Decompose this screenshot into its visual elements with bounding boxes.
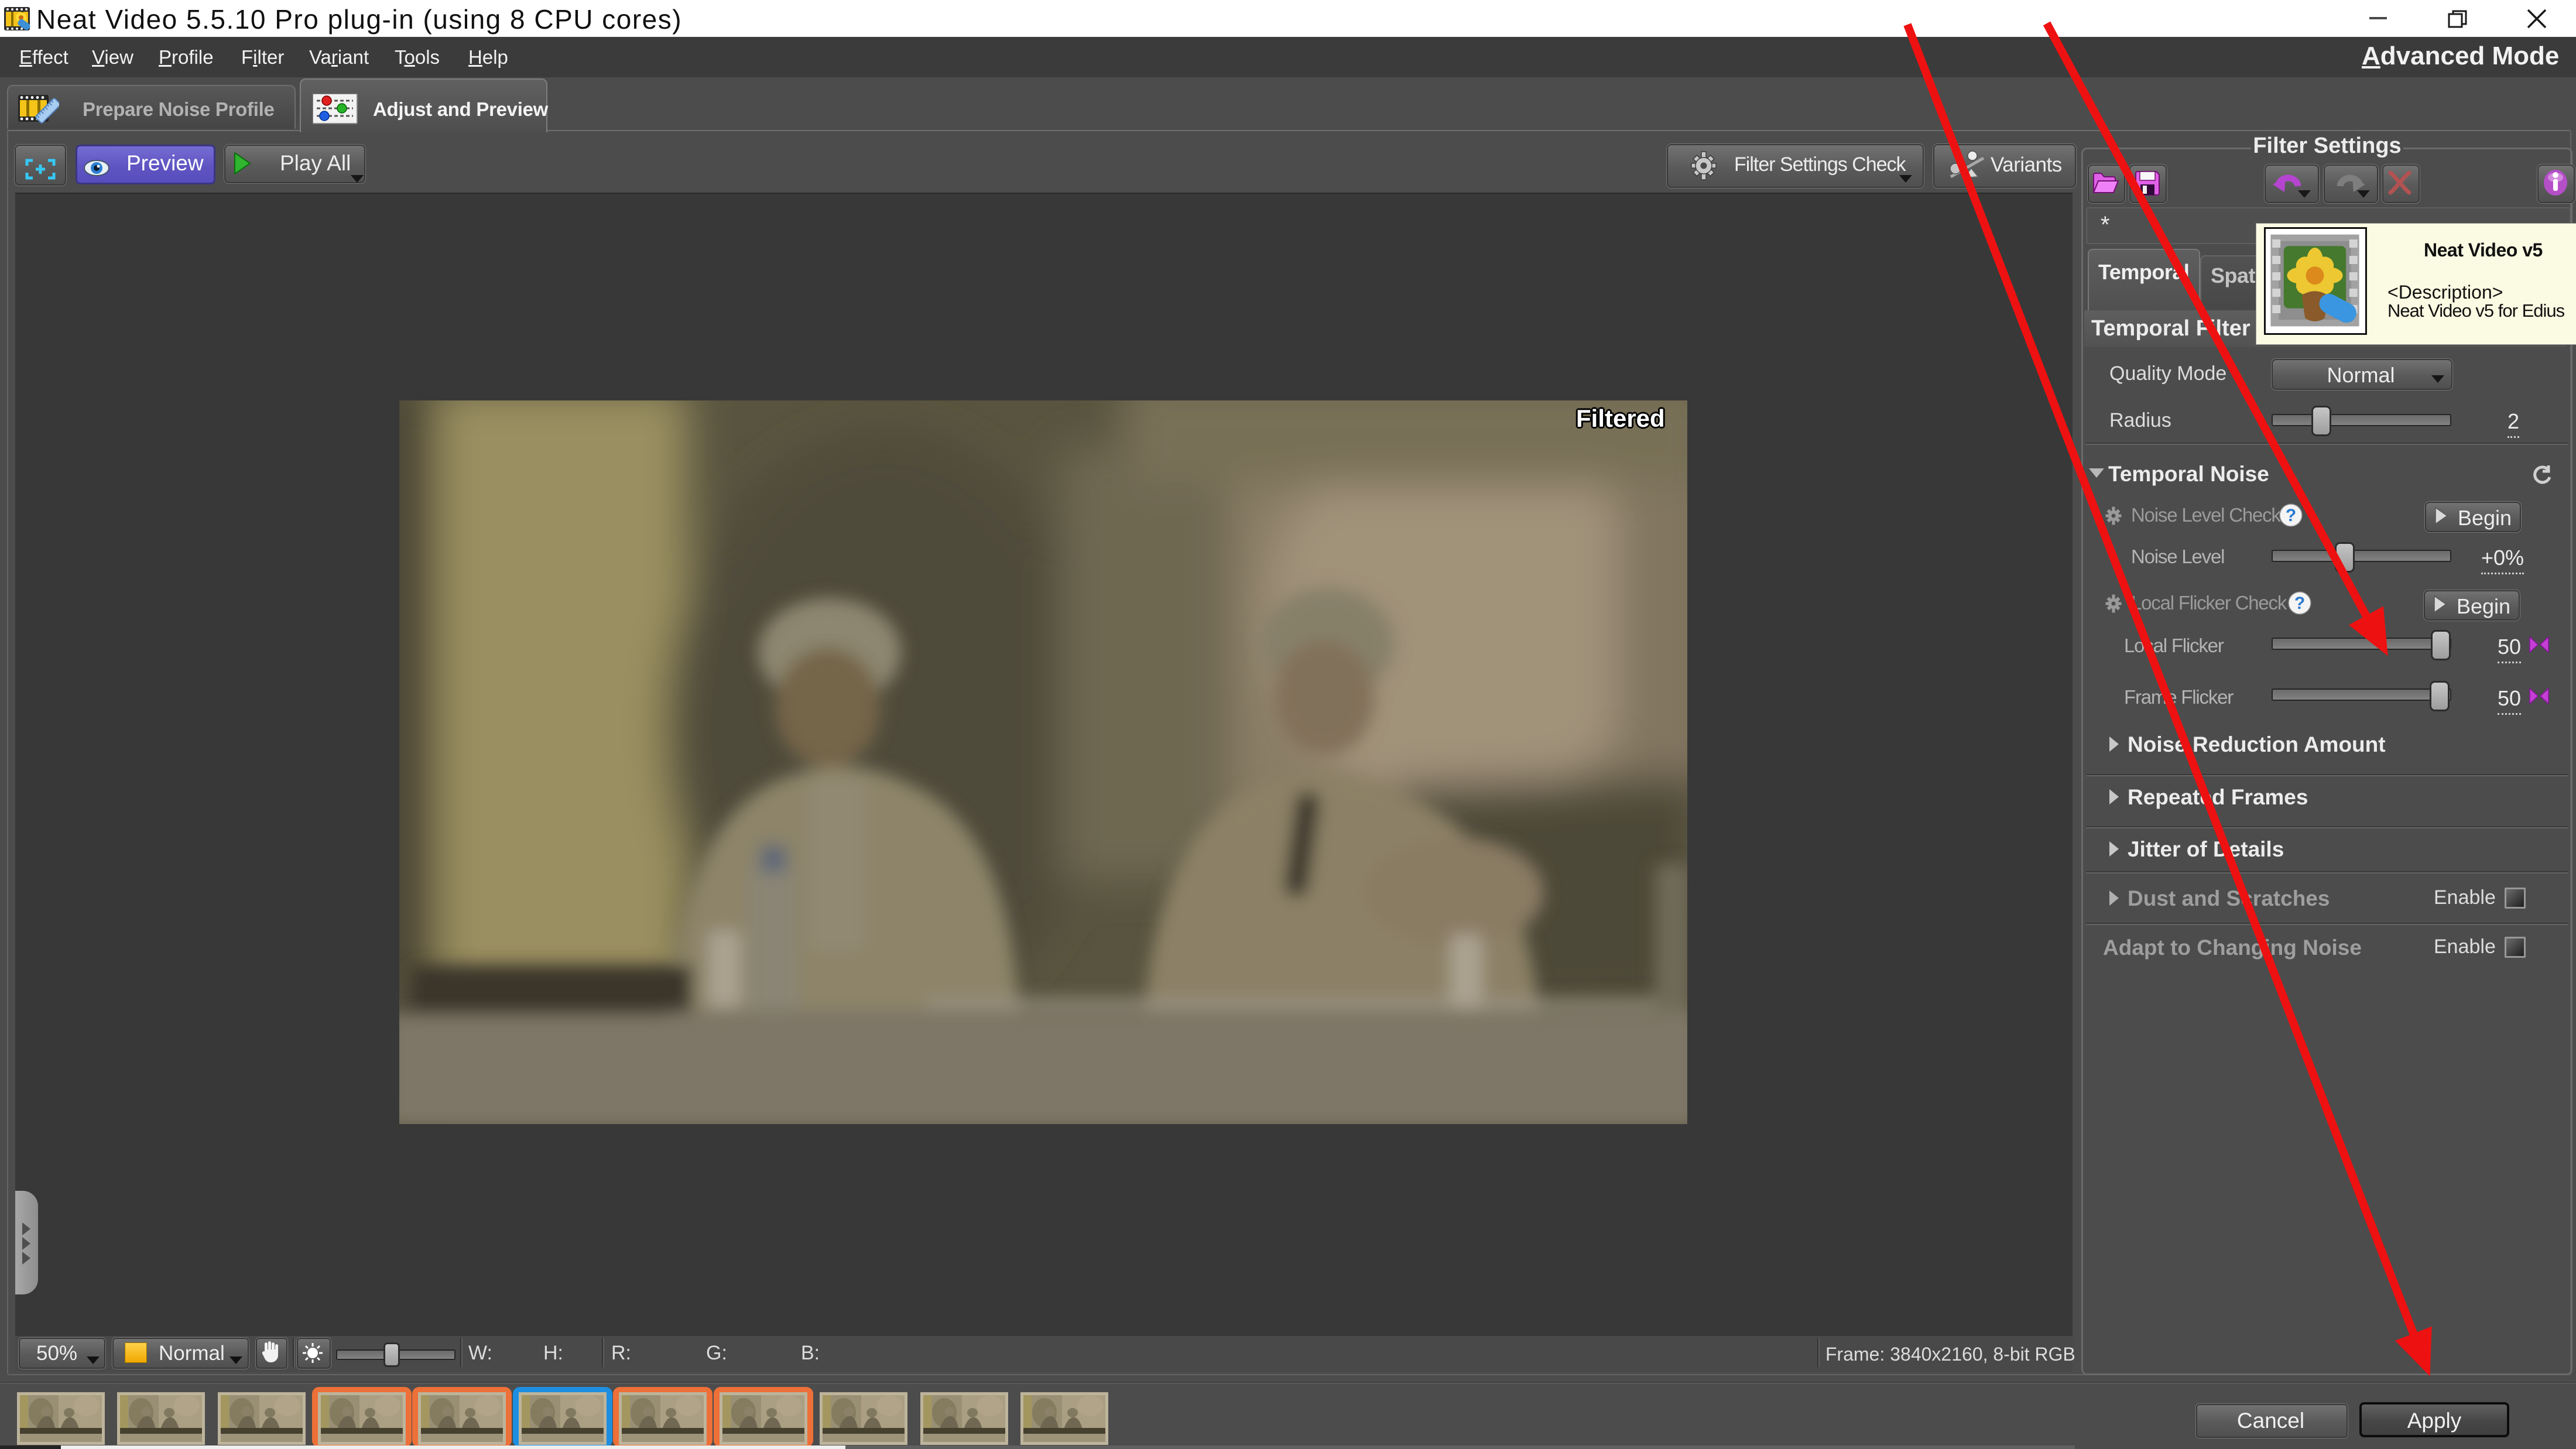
svg-text:?: ? — [2294, 594, 2305, 613]
svg-text:?: ? — [2286, 506, 2296, 525]
